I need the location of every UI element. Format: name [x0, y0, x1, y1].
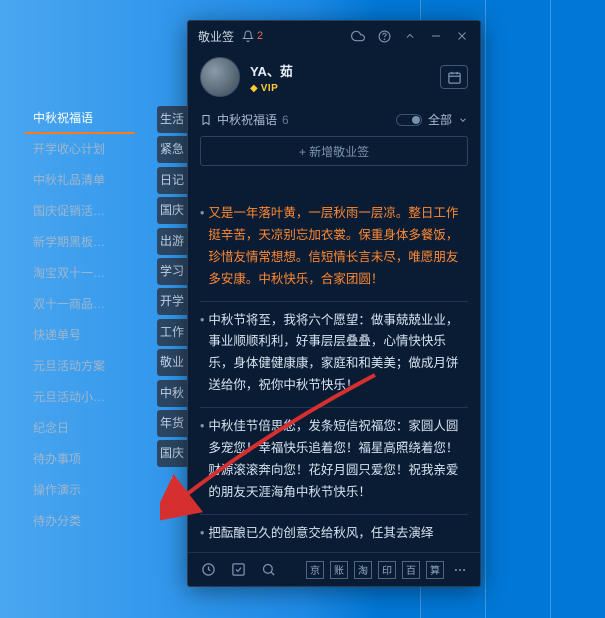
category-item[interactable]: 待办事项: [25, 444, 135, 475]
user-name: YA、茹: [250, 61, 440, 80]
note-text: 又是一年落叶黄，一层秋雨一层凉。整日工作挺辛苦，天凉别忘加衣裳。保重身体多餐饭，…: [208, 203, 468, 291]
tag-chip[interactable]: 敬业: [157, 349, 187, 376]
list-title: 中秋祝福语: [217, 111, 277, 128]
shortcut-square[interactable]: 算: [426, 561, 444, 579]
desktop-gridline: [550, 0, 551, 618]
tag-add[interactable]: +: [157, 498, 187, 525]
search-icon[interactable]: [258, 560, 278, 580]
category-item[interactable]: 淘宝双十一…: [25, 258, 135, 289]
check-icon[interactable]: [228, 560, 248, 580]
list-count: 6: [282, 113, 289, 127]
category-item[interactable]: 操作演示: [25, 475, 135, 506]
tag-chip[interactable]: 生活: [157, 106, 187, 133]
calendar-button[interactable]: [440, 65, 468, 89]
category-item[interactable]: 元旦活动方案: [25, 351, 135, 382]
note-text: 中秋节将至，我将六个愿望：做事兢兢业业，事业顺顺利利，好事层层叠叠，心情快快乐乐…: [208, 310, 468, 398]
tag-chip[interactable]: 中秋: [157, 380, 187, 407]
bullet-icon: •: [200, 310, 204, 398]
shortcut-square[interactable]: 印: [378, 561, 396, 579]
more-icon[interactable]: [450, 560, 470, 580]
tag-chip[interactable]: 紧急: [157, 136, 187, 163]
tag-chip[interactable]: 日记: [157, 167, 187, 194]
category-item[interactable]: 纪念日: [25, 413, 135, 444]
category-panel: 中秋祝福语开学收心计划中秋礼品清单国庆促销活…新学期黑板…淘宝双十一…双十一商品…: [25, 103, 135, 537]
tag-chip[interactable]: 工作: [157, 319, 187, 346]
toggle-switch[interactable]: [396, 114, 422, 126]
note-text: 把酝酿已久的创意交给秋风，任其去演绎: [208, 523, 433, 545]
tag-chip[interactable]: 年货: [157, 410, 187, 437]
note-text: 中秋佳节倍思您，发条短信祝福您：家圆人圆多宠您！幸福快乐追着您！福星高照绕着您！…: [208, 416, 468, 504]
notif-count: 2: [257, 30, 263, 42]
filter-label[interactable]: 全部: [428, 111, 452, 128]
minimize-icon[interactable]: [428, 28, 444, 44]
category-item[interactable]: 双十一商品…: [25, 289, 135, 320]
category-item[interactable]: 国庆促销活…: [25, 196, 135, 227]
close-icon[interactable]: [454, 28, 470, 44]
shortcut-square[interactable]: 百: [402, 561, 420, 579]
category-item[interactable]: 快递单号: [25, 320, 135, 351]
add-note-bar[interactable]: + 新增敬业签: [200, 136, 468, 166]
tag-chip[interactable]: 国庆: [157, 440, 187, 467]
shortcut-square[interactable]: 淘: [354, 561, 372, 579]
note-item[interactable]: •中秋节将至，我将六个愿望：做事兢兢业业，事业顺顺利利，好事层层叠叠，心情快快乐…: [200, 302, 468, 409]
collapse-icon[interactable]: [402, 28, 418, 44]
help-icon[interactable]: [376, 28, 392, 44]
notes-list: •又是一年落叶黄，一层秋雨一层凉。整日工作挺辛苦，天凉别忘加衣裳。保重身体多餐饭…: [188, 195, 480, 552]
tag-chip[interactable]: 出游: [157, 228, 187, 255]
note-item[interactable]: •把酝酿已久的创意交给秋风，任其去演绎: [200, 515, 468, 553]
list-header: 中秋祝福语 6 全部: [188, 107, 480, 136]
desktop-gridline: [485, 0, 486, 618]
cloud-icon[interactable]: [350, 28, 366, 44]
titlebar[interactable]: 敬业签 2: [188, 21, 480, 51]
tag-column: 生活紧急日记国庆出游学习开学工作敬业中秋年货国庆⋮+: [157, 106, 187, 525]
note-item[interactable]: •中秋佳节倍思您，发条短信祝福您：家圆人圆多宠您！幸福快乐追着您！福星高照绕着您…: [200, 408, 468, 515]
tag-chip[interactable]: 开学: [157, 288, 187, 315]
app-window: 敬业签 2 YA、茹 ◆ VIP 中秋祝福语 6: [187, 20, 481, 587]
note-item[interactable]: •又是一年落叶黄，一层秋雨一层凉。整日工作挺辛苦，天凉别忘加衣裳。保重身体多餐饭…: [200, 195, 468, 302]
app-title: 敬业签: [198, 28, 234, 45]
avatar[interactable]: [200, 57, 240, 97]
category-item[interactable]: 元旦活动小…: [25, 382, 135, 413]
chevron-down-icon[interactable]: [458, 115, 468, 125]
bullet-icon: •: [200, 523, 204, 545]
tag-chip[interactable]: 学习: [157, 258, 187, 285]
profile-row: YA、茹 ◆ VIP: [188, 51, 480, 107]
category-item[interactable]: 中秋礼品清单: [25, 165, 135, 196]
clock-icon[interactable]: [198, 560, 218, 580]
vip-badge: ◆ VIP: [250, 83, 440, 94]
bullet-icon: •: [200, 203, 204, 291]
bookmark-icon: [200, 114, 212, 126]
bullet-icon: •: [200, 416, 204, 504]
bottom-bar: 京账淘印百算: [188, 552, 480, 586]
category-item[interactable]: 中秋祝福语: [25, 103, 135, 134]
diamond-icon: ◆: [250, 83, 258, 94]
notification-indicator[interactable]: 2: [242, 30, 263, 42]
shortcut-square[interactable]: 京: [306, 561, 324, 579]
tag-chip[interactable]: 国庆: [157, 197, 187, 224]
tag-more[interactable]: ⋮: [157, 471, 187, 498]
category-item[interactable]: 开学收心计划: [25, 134, 135, 165]
category-item[interactable]: 待办分类: [25, 506, 135, 537]
shortcut-square[interactable]: 账: [330, 561, 348, 579]
category-item[interactable]: 新学期黑板…: [25, 227, 135, 258]
